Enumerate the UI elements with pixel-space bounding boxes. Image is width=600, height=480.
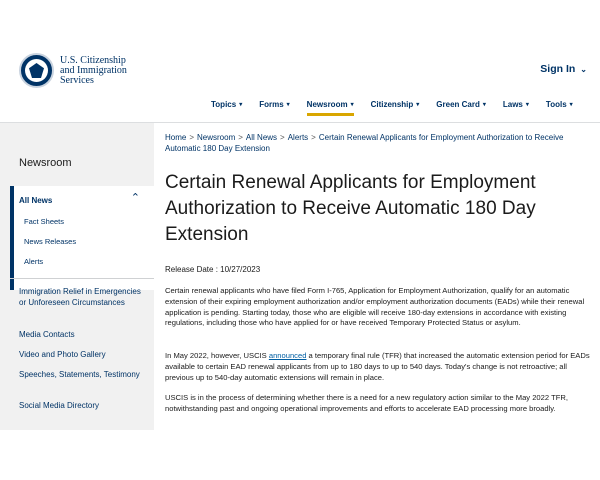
logo-wordmark: U.S. Citizenship and Immigration Service…: [60, 54, 127, 86]
chevron-down-icon: ▾: [525, 102, 529, 108]
chevron-down-icon: ⌄: [580, 64, 587, 74]
nav-laws-label: Laws: [502, 100, 523, 109]
site-header: U.S. Citizenship and Immigration Service…: [0, 0, 600, 123]
sidebar-subitem-news-releases[interactable]: News Releases: [24, 237, 76, 246]
sidebar-item-social-media[interactable]: Social Media Directory: [19, 400, 144, 411]
chevron-up-icon[interactable]: ⌃: [131, 191, 140, 204]
nav-citizenship[interactable]: Citizenship ▾: [371, 100, 420, 116]
sidebar-subitem-alerts[interactable]: Alerts: [24, 257, 43, 266]
nav-newsroom-label: Newsroom: [306, 100, 348, 109]
sidebar-item-all-news[interactable]: All News ⌃ Fact Sheets News Releases Ale…: [10, 186, 154, 290]
breadcrumb: Home > Newsroom > All News > Alerts > Certain Re…: [165, 133, 564, 153]
chevron-down-icon: ▾: [350, 102, 354, 108]
breadcrumb-alerts[interactable]: Alerts: [288, 133, 308, 142]
dhs-seal-icon: [19, 53, 54, 88]
sidebar-title: Newsroom: [19, 157, 72, 169]
sidebar-item-label: All News: [19, 196, 53, 205]
nav-laws[interactable]: Laws ▾: [503, 100, 529, 116]
article-paragraph-3: USCIS is in the process of determining w…: [165, 393, 568, 413]
breadcrumb-newsroom[interactable]: Newsroom: [197, 133, 235, 142]
breadcrumb-all-news[interactable]: All News: [246, 133, 277, 142]
nav-topics-label: Topics: [211, 100, 237, 109]
page-title: Certain Renewal Applicants for Employmen…: [165, 172, 536, 245]
logo-line-1: U.S. Citizenship: [60, 54, 126, 66]
chevron-down-icon: ▾: [239, 102, 243, 108]
chevron-down-icon: ▾: [416, 102, 420, 108]
sidebar-item-video-gallery[interactable]: Video and Photo Gallery: [19, 349, 144, 360]
nav-topics[interactable]: Topics ▾: [211, 100, 242, 116]
chevron-down-icon: ▾: [569, 102, 573, 108]
sidebar-item-media-contacts[interactable]: Media Contacts: [19, 329, 144, 340]
sidebar-subitem-fact-sheets[interactable]: Fact Sheets: [24, 217, 64, 226]
release-date: Release Date : 10/27/2023: [165, 265, 261, 274]
nav-forms[interactable]: Forms ▾: [259, 100, 289, 116]
nav-green-card-label: Green Card: [436, 100, 480, 109]
breadcrumb-home[interactable]: Home: [165, 133, 186, 142]
sidebar: Newsroom All News ⌃ Fact Sheets News Rel…: [0, 123, 154, 430]
sidebar-divider: [10, 278, 154, 279]
announced-link[interactable]: announced: [269, 351, 307, 360]
sidebar-item-speeches[interactable]: Speeches, Statements, Testimony: [19, 369, 144, 380]
chevron-down-icon: ▾: [286, 102, 290, 108]
nav-tools-label: Tools: [545, 100, 567, 109]
nav-forms-label: Forms: [259, 100, 284, 109]
nav-citizenship-label: Citizenship: [370, 100, 414, 109]
paragraph-text: In May 2022, however, USCIS: [165, 351, 269, 360]
logo-line-2: and Immigration: [60, 64, 127, 76]
nav-newsroom[interactable]: Newsroom ▾: [306, 100, 354, 116]
article-paragraph-1: Certain renewal applicants who have file…: [165, 286, 585, 328]
sign-in-label: Sign In: [540, 63, 576, 75]
main-nav: Topics ▾ Forms ▾ Newsroom ▾ Citizenship …: [211, 100, 573, 116]
sign-in-button[interactable]: Sign In ⌄: [540, 63, 587, 75]
logo-line-3: Services: [60, 74, 94, 86]
article-paragraph-2: In May 2022, however, USCIS announced a …: [165, 351, 590, 383]
chevron-down-icon: ▾: [482, 102, 486, 108]
uscis-logo[interactable]: U.S. Citizenship and Immigration Service…: [19, 53, 127, 88]
nav-green-card[interactable]: Green Card ▾: [436, 100, 486, 116]
sidebar-item-immigration-relief[interactable]: Immigration Relief in Emergencies or Unf…: [19, 286, 144, 308]
nav-tools[interactable]: Tools ▾: [546, 100, 573, 116]
